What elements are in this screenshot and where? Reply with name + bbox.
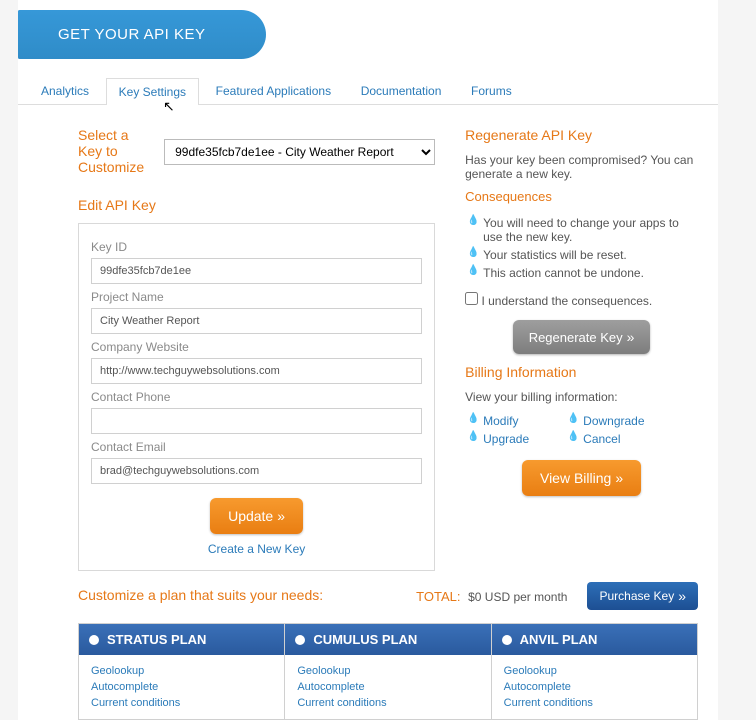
radio-icon xyxy=(89,635,99,645)
consequence-item: This action cannot be undone. xyxy=(469,264,698,282)
regenerate-button-label: Regenerate Key xyxy=(529,330,623,345)
plan-feature[interactable]: Autocomplete xyxy=(91,679,272,695)
plan-name: STRATUS PLAN xyxy=(107,632,206,647)
plan-header[interactable]: STRATUS PLAN xyxy=(79,624,284,655)
email-input[interactable] xyxy=(91,458,422,484)
keyid-input[interactable] xyxy=(91,258,422,284)
plan-name: CUMULUS PLAN xyxy=(313,632,417,647)
keyid-label: Key ID xyxy=(91,240,422,254)
billing-downgrade-link[interactable]: Downgrade xyxy=(569,412,644,430)
total-label: TOTAL: xyxy=(416,589,460,604)
edit-heading: Edit API Key xyxy=(78,197,435,213)
update-button-label: Update xyxy=(228,508,273,524)
chevron-right-icon: » xyxy=(627,329,635,345)
website-label: Company Website xyxy=(91,340,422,354)
purchase-key-label: Purchase Key xyxy=(599,589,674,603)
tab-forums[interactable]: Forums xyxy=(458,77,525,104)
left-column: Select a Key to Customize 99dfe35fcb7de1… xyxy=(78,119,435,571)
plan-feature[interactable]: Autocomplete xyxy=(504,679,685,695)
ack-checkbox[interactable] xyxy=(465,292,478,305)
consequences-heading: Consequences xyxy=(465,189,698,204)
regenerate-button[interactable]: Regenerate Key » xyxy=(513,320,651,354)
banner-title: GET YOUR API KEY xyxy=(58,26,206,43)
chevron-right-icon: » xyxy=(277,508,285,524)
chevron-right-icon: » xyxy=(615,470,623,486)
purchase-key-button[interactable]: Purchase Key » xyxy=(587,582,698,610)
tab-featured-apps[interactable]: Featured Applications xyxy=(203,77,344,104)
billing-cancel-link[interactable]: Cancel xyxy=(569,430,644,448)
plan-feature[interactable]: Current conditions xyxy=(504,695,685,711)
plan-feature[interactable]: Geolookup xyxy=(504,663,685,679)
plan-feature[interactable]: Geolookup xyxy=(297,663,478,679)
total-value: $0 USD per month xyxy=(468,590,567,604)
plan-feature[interactable]: Autocomplete xyxy=(297,679,478,695)
regen-heading: Regenerate API Key xyxy=(465,127,698,143)
consequence-item: Your statistics will be reset. xyxy=(469,246,698,264)
update-button[interactable]: Update » xyxy=(210,498,303,534)
customize-row: Customize a plan that suits your needs: … xyxy=(18,571,718,619)
edit-panel: Key ID Project Name Company Website Cont… xyxy=(78,223,435,571)
plan-cumulus: CUMULUS PLAN Geolookup Autocomplete Curr… xyxy=(285,624,491,719)
consequence-item: You will need to change your apps to use… xyxy=(469,214,698,246)
view-billing-button[interactable]: View Billing » xyxy=(522,460,641,496)
view-billing-label: View Billing xyxy=(540,470,611,486)
plan-header[interactable]: ANVIL PLAN xyxy=(492,624,697,655)
plan-stratus: STRATUS PLAN Geolookup Autocomplete Curr… xyxy=(79,624,285,719)
plan-header[interactable]: CUMULUS PLAN xyxy=(285,624,490,655)
plan-feature[interactable]: Current conditions xyxy=(91,695,272,711)
right-column: Regenerate API Key Has your key been com… xyxy=(465,119,698,571)
tab-documentation[interactable]: Documentation xyxy=(348,77,455,104)
consequences-list: You will need to change your apps to use… xyxy=(469,214,698,282)
regen-prompt: Has your key been compromised? You can g… xyxy=(465,153,698,181)
billing-modify-link[interactable]: Modify xyxy=(469,412,529,430)
tab-analytics[interactable]: Analytics xyxy=(28,77,102,104)
billing-heading: Billing Information xyxy=(465,364,698,380)
phone-label: Contact Phone xyxy=(91,390,422,404)
ack-label: I understand the consequences. xyxy=(481,294,652,308)
tab-bar: Analytics Key Settings Featured Applicat… xyxy=(18,77,718,105)
key-select[interactable]: 99dfe35fcb7de1ee - City Weather Report xyxy=(164,139,435,165)
plan-feature[interactable]: Current conditions xyxy=(297,695,478,711)
plan-anvil: ANVIL PLAN Geolookup Autocomplete Curren… xyxy=(492,624,697,719)
plan-feature[interactable]: Geolookup xyxy=(91,663,272,679)
select-key-label: Select a Key to Customize xyxy=(78,127,144,175)
project-input[interactable] xyxy=(91,308,422,334)
tab-key-settings[interactable]: Key Settings xyxy=(106,78,199,105)
plan-name: ANVIL PLAN xyxy=(520,632,598,647)
billing-links: Modify Upgrade Downgrade Cancel xyxy=(469,412,698,448)
page-banner: GET YOUR API KEY xyxy=(18,10,266,59)
radio-icon xyxy=(502,635,512,645)
create-new-key-link[interactable]: Create a New Key xyxy=(208,542,305,556)
email-label: Contact Email xyxy=(91,440,422,454)
billing-prompt: View your billing information: xyxy=(465,390,698,404)
phone-input[interactable] xyxy=(91,408,422,434)
chevron-right-icon: » xyxy=(678,588,686,604)
radio-icon xyxy=(295,635,305,645)
customize-heading: Customize a plan that suits your needs: xyxy=(78,587,396,603)
project-label: Project Name xyxy=(91,290,422,304)
website-input[interactable] xyxy=(91,358,422,384)
billing-upgrade-link[interactable]: Upgrade xyxy=(469,430,529,448)
plans-row: STRATUS PLAN Geolookup Autocomplete Curr… xyxy=(78,623,698,720)
